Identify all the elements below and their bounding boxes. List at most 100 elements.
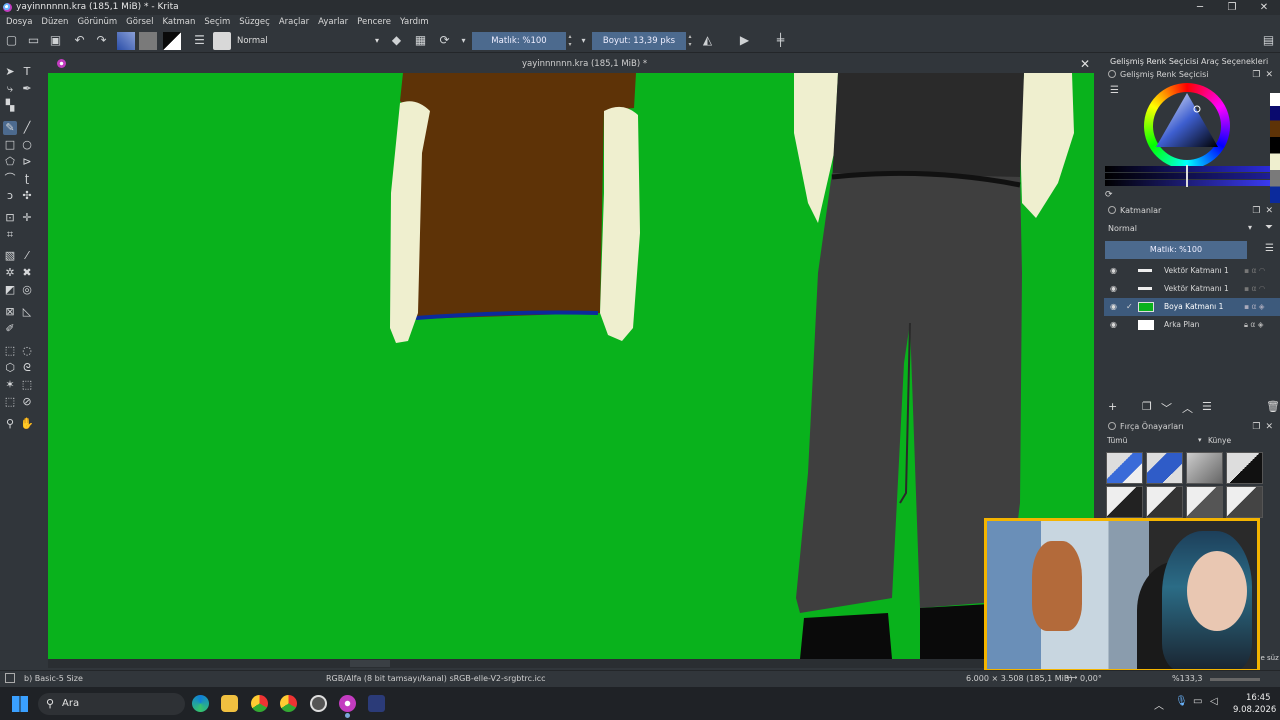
check-icon[interactable]: ✓: [1126, 298, 1133, 316]
freehand-brush-tool-icon[interactable]: ✎: [3, 121, 17, 135]
canvas[interactable]: [48, 73, 1094, 659]
eye-icon[interactable]: ◉: [1110, 298, 1117, 316]
similar-selection-tool-icon[interactable]: ⬚: [20, 378, 34, 392]
menu-file[interactable]: Dosya: [6, 17, 32, 27]
color-history-strip[interactable]: [1270, 93, 1280, 203]
menu-view[interactable]: Görünüm: [77, 17, 117, 27]
gradient-tool-icon[interactable]: ▧: [3, 249, 17, 263]
freehand-selection-tool-icon[interactable]: ᘓ: [20, 361, 34, 375]
brush-preset-eraser[interactable]: [1106, 452, 1143, 484]
dock-float-close-icons[interactable]: ❐✕: [1252, 68, 1278, 82]
horizontal-scrollbar[interactable]: [48, 659, 1094, 668]
crop-tool-icon[interactable]: ⌗: [3, 228, 17, 242]
menu-layer[interactable]: Katman: [162, 17, 195, 27]
clock-time[interactable]: 16:45: [1246, 693, 1271, 703]
size-slider[interactable]: Boyut: 13,39 pks: [592, 32, 686, 50]
lock-icon[interactable]: ▪ α ◠: [1244, 262, 1265, 280]
multibrush-tool-icon[interactable]: ✣: [20, 189, 34, 203]
opacity-spin[interactable]: ▴ ▾: [566, 33, 574, 49]
brush-preset-dark[interactable]: [1226, 452, 1263, 484]
redo-icon[interactable]: ↷: [94, 33, 109, 48]
chevron-down-icon[interactable]: ▾: [456, 33, 471, 48]
reference-images-tool-icon[interactable]: ✐: [3, 322, 17, 336]
layer-row[interactable]: ◉ Vektör Katmanı 1 ▪ α ◠: [1104, 280, 1280, 298]
opacity-slider[interactable]: Matlık: %100: [472, 32, 566, 50]
delete-layer-icon[interactable]: 🗑︎: [1266, 400, 1280, 413]
enclose-fill-tool-icon[interactable]: ◎: [20, 283, 34, 297]
lock-icon[interactable]: 🔒︎ α ◈: [1244, 316, 1263, 334]
select-shapes-tool-icon[interactable]: ➤: [3, 65, 17, 79]
polyline-tool-icon[interactable]: ⊳: [20, 155, 34, 169]
zoom-value[interactable]: %133,3: [1172, 674, 1203, 683]
text-tool-icon[interactable]: T: [20, 65, 34, 79]
dock-float-close-icons[interactable]: ❐✕: [1252, 420, 1278, 434]
menu-filter[interactable]: Süzgeç: [239, 17, 270, 27]
clock-date[interactable]: 9.08.2026: [1233, 705, 1276, 715]
refresh-icon[interactable]: ⟳: [1105, 190, 1113, 200]
ellipse-selection-tool-icon[interactable]: ◌: [20, 344, 34, 358]
brush-preset-marker[interactable]: [1146, 486, 1183, 518]
smart-patch-tool-icon[interactable]: ✲: [3, 266, 17, 280]
edit-shapes-tool-icon[interactable]: ⤷: [3, 82, 17, 96]
volume-icon[interactable]: ◁: [1210, 696, 1218, 707]
chrome-icon[interactable]: [251, 695, 268, 712]
new-file-icon[interactable]: ▢: [4, 33, 19, 48]
dock-float-close-icons[interactable]: ❐✕: [1252, 204, 1278, 218]
mirror-horizontal-icon[interactable]: ◭: [700, 33, 715, 48]
wrap-around-icon[interactable]: ╪: [773, 33, 788, 48]
network-icon[interactable]: ▭: [1193, 696, 1202, 707]
tag-label[interactable]: Künye: [1208, 436, 1231, 445]
layers-blend-select[interactable]: Normal: [1105, 221, 1255, 236]
filter-icon[interactable]: ⏷: [1265, 222, 1273, 233]
brush-preset-gray[interactable]: [1186, 452, 1223, 484]
lock-icon[interactable]: ▪ α ◈: [1244, 298, 1265, 316]
layer-row[interactable]: ◉ Vektör Katmanı 1 ▪ α ◠: [1104, 262, 1280, 280]
brush-settings-icon[interactable]: ☰: [192, 33, 207, 48]
rectangle-tool-icon[interactable]: □: [3, 138, 17, 152]
duplicate-layer-icon[interactable]: ❐: [1142, 400, 1152, 413]
workspace-icon[interactable]: ▤: [1261, 33, 1276, 48]
contiguous-selection-tool-icon[interactable]: ✶: [3, 378, 17, 392]
menu-edit[interactable]: Düzen: [41, 17, 68, 27]
rotation-value[interactable]: 0,00°: [1080, 674, 1102, 683]
polygon-selection-tool-icon[interactable]: ⬡: [3, 361, 17, 375]
mic-icon[interactable]: 🎙︎: [1175, 696, 1188, 707]
add-layer-icon[interactable]: +: [1108, 400, 1117, 413]
eye-icon[interactable]: ◉: [1110, 280, 1117, 298]
fg-bg-color-icon[interactable]: [163, 32, 181, 50]
reload-icon[interactable]: ⟳: [437, 33, 452, 48]
obs-icon[interactable]: [310, 695, 327, 712]
eye-icon[interactable]: ◉: [1110, 262, 1117, 280]
menu-settings[interactable]: Ayarlar: [318, 17, 348, 27]
brush-preset-ink[interactable]: [1106, 486, 1143, 518]
chevron-down-icon[interactable]: ▾: [1198, 436, 1202, 444]
chrome-icon-2[interactable]: [280, 695, 297, 712]
menu-help[interactable]: Yardım: [400, 17, 429, 27]
layer-row[interactable]: ◉ Arka Plan 🔒︎ α ◈: [1104, 316, 1280, 334]
menu-window[interactable]: Pencere: [357, 17, 391, 27]
brush-preset-pen-blue[interactable]: [1146, 452, 1183, 484]
scroll-thumb[interactable]: [350, 660, 390, 667]
undo-icon[interactable]: ↶: [72, 33, 87, 48]
document-tab-title[interactable]: yayinnnnnn.kra (185,1 MiB) *: [522, 59, 647, 69]
ellipse-tool-icon[interactable]: ○: [20, 138, 34, 152]
move-up-icon[interactable]: ︿: [1182, 400, 1193, 416]
layer-options-icon[interactable]: ☰: [1265, 243, 1274, 254]
layers-opacity-slider[interactable]: Matlık: %100: [1105, 241, 1247, 259]
assistant-tool-icon[interactable]: ⊠: [3, 305, 17, 319]
menu-select[interactable]: Seçim: [204, 17, 230, 27]
blend-mode-select[interactable]: Normal: [234, 33, 382, 49]
zoom-tool-icon[interactable]: ⚲: [3, 417, 17, 431]
krita-taskbar-icon[interactable]: [339, 695, 356, 712]
rotate-icon[interactable]: ⟷: [1066, 673, 1077, 682]
chevron-up-icon[interactable]: ︿: [1154, 697, 1164, 712]
chevron-down-icon[interactable]: ▾: [576, 33, 591, 48]
color-picker-icon[interactable]: ⁄: [20, 249, 34, 263]
start-icon[interactable]: [12, 696, 28, 712]
eye-icon[interactable]: ◉: [1110, 316, 1117, 334]
lock-icon[interactable]: ▪ α ◠: [1244, 280, 1265, 298]
bezier-selection-tool-icon[interactable]: ⬚: [3, 395, 17, 409]
color-settings-icon[interactable]: ☰: [1110, 85, 1119, 96]
colorize-mask-tool-icon[interactable]: ✖: [20, 266, 34, 280]
close-document-icon[interactable]: ✕: [1080, 57, 1090, 71]
